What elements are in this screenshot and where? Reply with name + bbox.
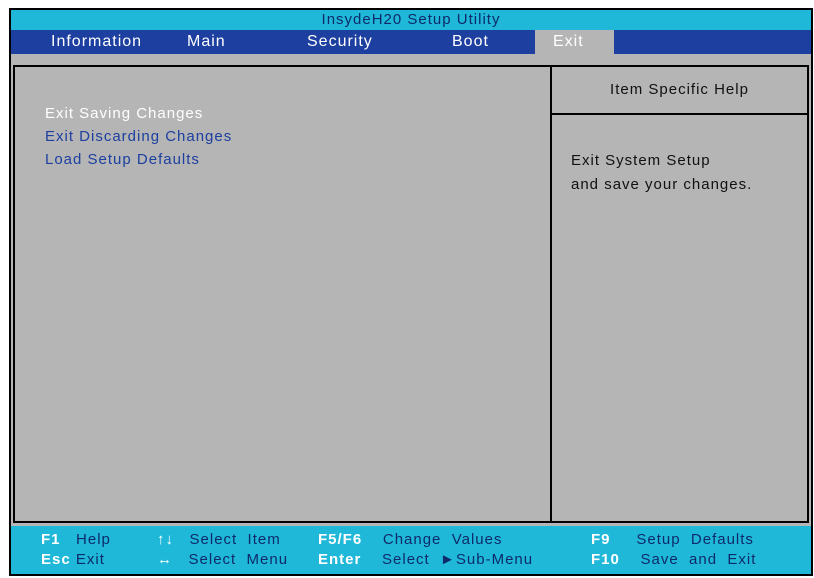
footer-f10: F10 Save and Exit — [591, 550, 756, 570]
window-title: InsydeH20 Setup Utility — [321, 11, 501, 28]
footer-select-menu: ↔ Select Menu — [157, 550, 288, 570]
key-f5-f6: F5/F6 — [318, 531, 363, 548]
footer-f9: F9 Setup Defaults — [591, 530, 754, 550]
key-esc: Esc — [41, 551, 71, 568]
label-exit: Exit — [75, 551, 105, 568]
help-line-1: Exit System Setup — [571, 152, 711, 169]
key-enter: Enter — [318, 551, 362, 568]
help-line-2: and save your changes. — [571, 176, 753, 193]
help-text: Exit System Setup and save your changes. — [571, 149, 801, 197]
left-right-arrow-icon: ↔ — [157, 551, 173, 568]
label-save-and-exit: Save and Exit — [640, 551, 757, 568]
footer-keybar: F1 Help ↑↓ Select Item F5/F6 Change Valu… — [11, 526, 811, 574]
footer-select-item: ↑↓ Select Item — [157, 530, 281, 550]
option-exit-saving-changes[interactable]: Exit Saving Changes — [45, 104, 203, 124]
help-divider — [552, 113, 809, 115]
menu-bar: Information Main Security Boot Exit — [11, 30, 811, 54]
key-f10: F10 — [591, 551, 620, 568]
title-bar: InsydeH20 Setup Utility — [11, 10, 811, 30]
menu-exit[interactable]: Exit — [535, 30, 614, 54]
label-select-menu: Select Menu — [188, 551, 289, 568]
footer-change-values: F5/F6 Change Values — [318, 530, 503, 550]
menu-boot[interactable]: Boot — [452, 30, 489, 54]
footer-esc: Esc Exit — [41, 550, 105, 570]
main-panel: Exit Saving Changes Exit Discarding Chan… — [13, 65, 809, 523]
up-down-arrow-icon: ↑↓ — [157, 531, 174, 548]
label-select-item: Select Item — [189, 531, 281, 548]
footer-f1: F1 Help — [41, 530, 111, 550]
key-f1: F1 — [41, 531, 61, 548]
bios-window: InsydeH20 Setup Utility Information Main… — [9, 8, 813, 576]
menu-information[interactable]: Information — [51, 30, 142, 54]
footer-enter: Enter Select ►Sub-Menu — [318, 550, 533, 570]
menu-security[interactable]: Security — [307, 30, 373, 54]
label-setup-defaults: Setup Defaults — [636, 531, 754, 548]
key-f9: F9 — [591, 531, 611, 548]
label-help: Help — [76, 531, 111, 548]
label-select-submenu: Select ►Sub-Menu — [382, 551, 534, 568]
label-change-values: Change Values — [382, 531, 503, 548]
option-exit-discarding-changes[interactable]: Exit Discarding Changes — [45, 127, 232, 147]
panel-divider — [550, 67, 552, 521]
option-load-setup-defaults[interactable]: Load Setup Defaults — [45, 150, 200, 170]
help-header: Item Specific Help — [610, 81, 749, 98]
menu-main[interactable]: Main — [187, 30, 226, 54]
